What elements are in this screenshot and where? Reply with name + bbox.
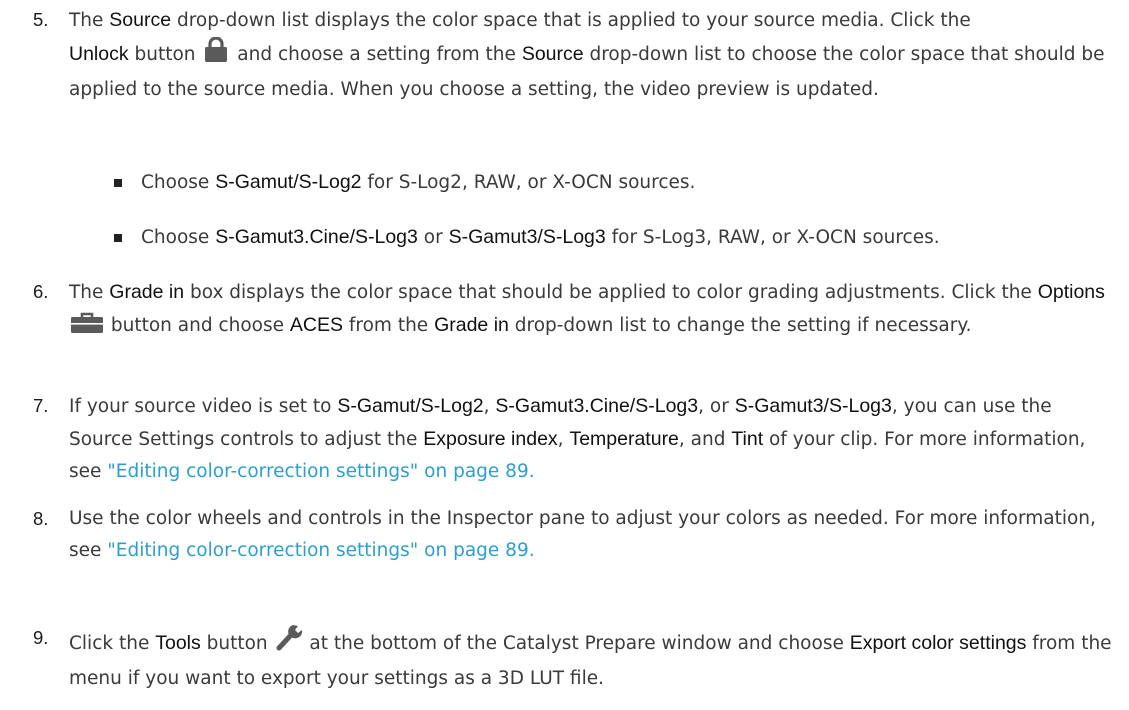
- ui-term: Temperature: [569, 428, 679, 450]
- list-item: Choose S-Gamut3.Cine/S-Log3 or S-Gamut3/…: [114, 222, 940, 253]
- step-text: The Source drop-down list displays the c…: [69, 9, 1105, 100]
- step-7: 7. If your source video is set to S-Gamu…: [33, 390, 1113, 488]
- lock-icon: [201, 36, 231, 74]
- ui-term: Grade in: [109, 281, 185, 303]
- toolbox-icon: [69, 312, 105, 345]
- step-number: 5.: [33, 9, 49, 30]
- ui-term: Options: [1037, 281, 1105, 303]
- ui-term: S-Gamut/S-Log2: [337, 395, 484, 417]
- wrench-icon: [274, 622, 304, 663]
- ui-term: Exposure index: [423, 428, 558, 450]
- ui-term: Export color settings: [849, 632, 1027, 654]
- ui-term: S-Gamut3.Cine/S-Log3: [495, 395, 699, 417]
- bullet-marker: [114, 179, 122, 187]
- step-number: 8.: [33, 508, 49, 529]
- step-text: Use the color wheels and controls in the…: [69, 508, 1096, 561]
- ui-term: Unlock: [69, 43, 129, 65]
- ui-term: Source: [109, 9, 172, 31]
- bullet-marker: [114, 234, 122, 242]
- ui-term: Tools: [155, 632, 201, 654]
- step-9: 9. Click the Tools button at the bottom …: [33, 622, 1113, 695]
- list-item: Choose S-Gamut/S-Log2 for S-Log2, RAW, o…: [114, 167, 695, 198]
- step-8: 8. Use the color wheels and controls in …: [33, 503, 1113, 567]
- step-text: If your source video is set to S-Gamut/S…: [69, 395, 1086, 482]
- step-text: Click the Tools button at the bottom of …: [69, 622, 1113, 695]
- step-number: 9.: [33, 627, 49, 648]
- ui-term: S-Gamut/S-Log2: [215, 171, 362, 193]
- ui-term: Tint: [731, 428, 764, 450]
- ui-term: Source: [521, 43, 584, 65]
- step-number: 7.: [33, 395, 49, 416]
- ui-term: S-Gamut3/S-Log3: [734, 395, 892, 417]
- step-5: 5. The Source drop-down list displays th…: [33, 4, 1113, 106]
- ui-term: S-Gamut3.Cine/S-Log3: [215, 226, 418, 248]
- step-text: The Grade in box displays the color spac…: [69, 276, 1113, 345]
- cross-reference-link[interactable]: "Editing color-correction settings" on p…: [107, 461, 534, 482]
- step-number: 6.: [33, 281, 49, 302]
- ui-term: Grade in: [434, 314, 509, 336]
- ui-term: S-Gamut3/S-Log3: [448, 226, 606, 248]
- step-6: 6. The Grade in box displays the color s…: [33, 276, 1113, 345]
- cross-reference-link[interactable]: "Editing color-correction settings" on p…: [107, 540, 534, 561]
- ui-term: ACES: [289, 314, 344, 336]
